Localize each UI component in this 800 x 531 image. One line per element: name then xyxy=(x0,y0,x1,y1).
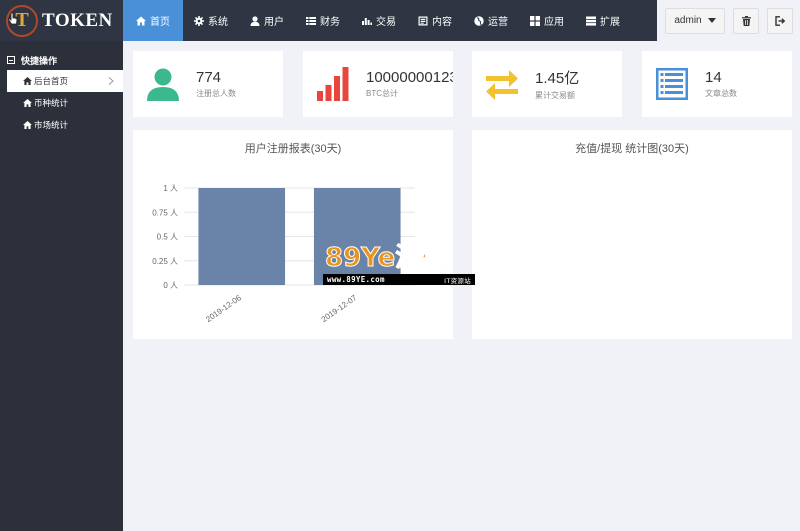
home-icon xyxy=(23,99,32,107)
stat-label: 注册总人数 xyxy=(196,89,236,98)
sidebar: T TOKEN 快捷操作 后台首页 币种统计 市场统计 xyxy=(0,0,123,531)
bar-chart-icon xyxy=(362,17,372,25)
stat-value: 1.45亿 xyxy=(535,70,580,87)
stat-card-articles: 14 文章总数 xyxy=(642,51,792,117)
watermark-title: 89Ye源码 xyxy=(324,243,448,274)
tab-users[interactable]: 用户 xyxy=(239,0,295,41)
stat-value: 14 xyxy=(705,69,722,86)
tab-operations[interactable]: 运营 xyxy=(463,0,519,41)
list-icon xyxy=(306,16,316,25)
grid-icon xyxy=(530,15,540,26)
gear-icon xyxy=(194,15,204,26)
sidebar-item-dashboard[interactable]: 后台首页 xyxy=(7,70,123,92)
admin-dropdown[interactable]: admin xyxy=(665,7,725,34)
trash-icon xyxy=(741,15,751,26)
stat-value: 774 xyxy=(196,69,222,86)
tab-home[interactable]: 首页 xyxy=(123,0,183,41)
top-actions: admin xyxy=(657,0,800,41)
quick-actions-section[interactable]: 快捷操作 xyxy=(0,50,123,70)
stat-label: 累计交易额 xyxy=(535,91,575,100)
home-icon xyxy=(23,121,32,129)
x-tick-label: 2019-12-07 xyxy=(320,293,359,324)
stat-label: BTC总计 xyxy=(366,89,398,98)
logo[interactable]: T TOKEN xyxy=(0,0,123,41)
stat-card-btc: 1000000012367. BTC总计 xyxy=(303,51,453,117)
stat-card-users: 774 注册总人数 xyxy=(133,51,283,117)
deposit-withdraw-panel: 充值/提现 统计图(30天) xyxy=(472,130,792,339)
document-icon xyxy=(418,16,428,25)
sidebar-item-market-stats[interactable]: 市场统计 xyxy=(0,114,123,136)
tab-system[interactable]: 系统 xyxy=(183,0,239,41)
clear-cache-button[interactable] xyxy=(733,7,759,34)
stat-value: 1000000012367. xyxy=(366,69,453,86)
watermark-logo: 89Ye源码 www.89YE.com IT资源站 xyxy=(323,243,475,287)
tab-content[interactable]: 内容 xyxy=(407,0,463,41)
y-tick-label: 1 人 xyxy=(163,184,178,193)
panel-title: 充值/提现 统计图(30天) xyxy=(575,143,689,155)
y-tick-label: 0 人 xyxy=(163,281,178,290)
tab-apps[interactable]: 应用 xyxy=(519,0,575,41)
x-tick-label: 2019-12-06 xyxy=(204,293,243,324)
globe-icon xyxy=(474,15,484,26)
panel-title: 用户注册报表(30天) xyxy=(244,143,342,155)
article-list-icon xyxy=(656,68,688,100)
sidebar-item-coin-stats[interactable]: 币种统计 xyxy=(0,92,123,114)
server-icon xyxy=(586,16,596,26)
tab-trade[interactable]: 交易 xyxy=(351,0,407,41)
watermark-url: www.89YE.com xyxy=(327,275,385,284)
bar xyxy=(198,188,286,285)
home-icon xyxy=(136,16,146,25)
caret-down-icon xyxy=(707,18,716,23)
top-nav: 首页 系统 用户 财务 交易 内容 运营 应用 扩展 admin xyxy=(123,0,800,41)
tab-extensions[interactable]: 扩展 xyxy=(575,0,631,41)
hand-cursor-icon xyxy=(8,12,18,25)
watermark-bar: www.89YE.com IT资源站 xyxy=(323,274,475,285)
watermark-tagline: IT资源站 xyxy=(444,276,471,285)
y-tick-label: 0.75 人 xyxy=(152,208,178,217)
tab-finance[interactable]: 财务 xyxy=(295,0,351,41)
logout-button[interactable] xyxy=(767,7,793,34)
y-tick-label: 0.5 人 xyxy=(157,233,178,242)
bar-chart-icon xyxy=(317,67,349,101)
logout-icon xyxy=(775,15,785,26)
logo-text: TOKEN xyxy=(42,9,113,31)
collapse-icon xyxy=(7,56,15,64)
home-icon xyxy=(23,77,32,85)
stat-label: 文章总数 xyxy=(705,89,737,98)
exchange-arrows-icon xyxy=(486,70,518,100)
chevron-right-icon xyxy=(108,77,114,85)
user-icon xyxy=(250,15,260,26)
y-tick-label: 0.25 人 xyxy=(152,257,178,266)
user-icon xyxy=(147,68,179,101)
stat-card-trade-volume: 1.45亿 累计交易额 xyxy=(472,51,622,117)
user-registration-panel: 用户注册报表(30天) 0 人 0.25 人 0.5 人 0.75 人 1 人 2019-… xyxy=(133,130,453,339)
